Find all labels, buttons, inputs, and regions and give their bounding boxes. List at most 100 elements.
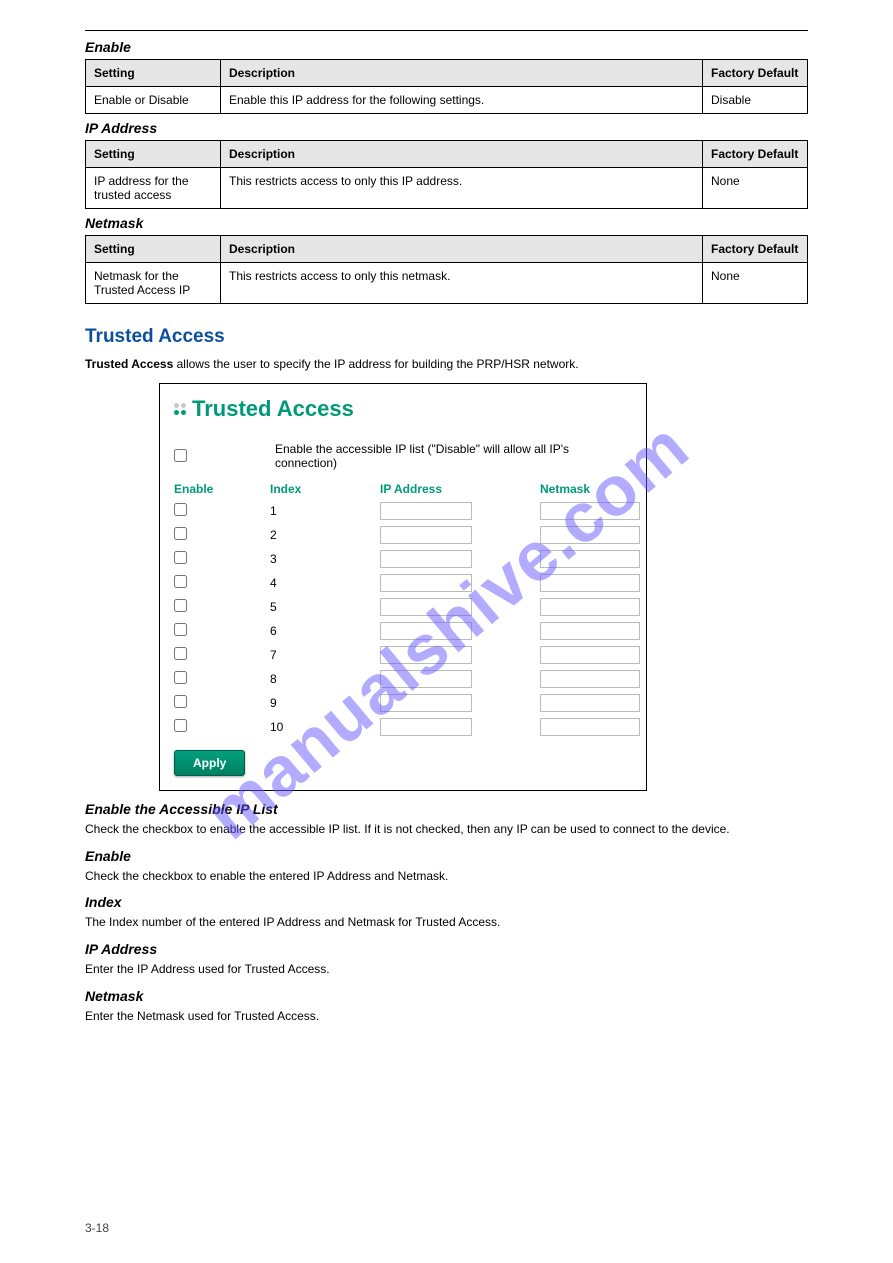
top-rule <box>85 30 808 31</box>
col-ip: IP Address <box>380 482 540 496</box>
subhead-enable: Enable <box>85 848 808 864</box>
subhead-netmask: Netmask <box>85 988 808 1004</box>
row-enable-checkbox[interactable] <box>174 527 187 540</box>
section-enable-title: Enable <box>85 39 808 55</box>
th-setting: Setting <box>86 141 221 168</box>
th-setting: Setting <box>86 60 221 87</box>
th-default: Factory Default <box>703 236 808 263</box>
list-item: 1 <box>174 502 632 520</box>
row-enable-checkbox[interactable] <box>174 671 187 684</box>
td-setting: IP address for the trusted access <box>86 168 221 209</box>
td-default: None <box>703 263 808 304</box>
intro-paragraph: Trusted Access allows the user to specif… <box>85 356 808 373</box>
td-setting: Netmask for the Trusted Access IP <box>86 263 221 304</box>
list-item: 3 <box>174 550 632 568</box>
ip-address-input[interactable] <box>380 670 472 688</box>
ip-address-input[interactable] <box>380 598 472 616</box>
decorative-dots-icon <box>174 403 186 415</box>
netmask-input[interactable] <box>540 574 640 592</box>
row-index: 9 <box>270 696 380 710</box>
row-enable-checkbox[interactable] <box>174 719 187 732</box>
list-item: 6 <box>174 622 632 640</box>
td-desc: This restricts access to only this IP ad… <box>221 168 703 209</box>
text-enable-list: Check the checkbox to enable the accessi… <box>85 821 808 838</box>
col-index: Index <box>270 482 380 496</box>
th-default: Factory Default <box>703 141 808 168</box>
enable-master-checkbox[interactable] <box>174 449 187 462</box>
text-ip: Enter the IP Address used for Trusted Ac… <box>85 961 808 978</box>
netmask-input[interactable] <box>540 526 640 544</box>
row-enable-checkbox[interactable] <box>174 503 187 516</box>
list-item: 4 <box>174 574 632 592</box>
text-netmask: Enter the Netmask used for Trusted Acces… <box>85 1008 808 1025</box>
text-index: The Index number of the entered IP Addre… <box>85 914 808 931</box>
th-setting: Setting <box>86 236 221 263</box>
netmask-input[interactable] <box>540 670 640 688</box>
td-default: Disable <box>703 87 808 114</box>
list-item: 5 <box>174 598 632 616</box>
td-desc: Enable this IP address for the following… <box>221 87 703 114</box>
row-enable-checkbox[interactable] <box>174 695 187 708</box>
list-header: Enable Index IP Address Netmask <box>174 482 632 496</box>
ip-address-input[interactable] <box>380 646 472 664</box>
list-item: 9 <box>174 694 632 712</box>
netmask-input[interactable] <box>540 598 640 616</box>
section-nm-title: Netmask <box>85 215 808 231</box>
screenshot-trusted-access: Trusted Access Enable the accessible IP … <box>159 383 647 791</box>
apply-button[interactable]: Apply <box>174 750 245 776</box>
row-index: 4 <box>270 576 380 590</box>
list-item: 8 <box>174 670 632 688</box>
ip-address-input[interactable] <box>380 718 472 736</box>
row-index: 10 <box>270 720 380 734</box>
page-number: 3-18 <box>85 1221 109 1235</box>
netmask-input[interactable] <box>540 694 640 712</box>
row-index: 5 <box>270 600 380 614</box>
row-enable-checkbox[interactable] <box>174 599 187 612</box>
row-index: 7 <box>270 648 380 662</box>
netmask-input[interactable] <box>540 550 640 568</box>
ip-address-input[interactable] <box>380 574 472 592</box>
ip-address-input[interactable] <box>380 694 472 712</box>
heading-trusted-access: Trusted Access <box>85 326 808 348</box>
section-ip-title: IP Address <box>85 120 808 136</box>
row-index: 8 <box>270 672 380 686</box>
th-desc: Description <box>221 60 703 87</box>
text-enable: Check the checkbox to enable the entered… <box>85 868 808 885</box>
td-default: None <box>703 168 808 209</box>
list-item: 7 <box>174 646 632 664</box>
row-enable-checkbox[interactable] <box>174 647 187 660</box>
panel-title: Trusted Access <box>192 396 354 422</box>
col-enable: Enable <box>174 482 270 496</box>
subhead-index: Index <box>85 894 808 910</box>
list-item: 10 <box>174 718 632 736</box>
netmask-input[interactable] <box>540 718 640 736</box>
row-enable-checkbox[interactable] <box>174 575 187 588</box>
th-desc: Description <box>221 141 703 168</box>
ip-address-input[interactable] <box>380 550 472 568</box>
td-setting: Enable or Disable <box>86 87 221 114</box>
th-desc: Description <box>221 236 703 263</box>
enable-master-label: Enable the accessible IP list ("Disable"… <box>275 442 632 470</box>
netmask-input[interactable] <box>540 502 640 520</box>
netmask-input[interactable] <box>540 622 640 640</box>
row-index: 3 <box>270 552 380 566</box>
table-netmask: Setting Description Factory Default Netm… <box>85 235 808 304</box>
row-index: 1 <box>270 504 380 518</box>
td-desc: This restricts access to only this netma… <box>221 263 703 304</box>
table-ip: Setting Description Factory Default IP a… <box>85 140 808 209</box>
ip-address-input[interactable] <box>380 526 472 544</box>
ip-address-input[interactable] <box>380 622 472 640</box>
row-index: 2 <box>270 528 380 542</box>
col-netmask: Netmask <box>540 482 632 496</box>
row-enable-checkbox[interactable] <box>174 623 187 636</box>
th-default: Factory Default <box>703 60 808 87</box>
row-enable-checkbox[interactable] <box>174 551 187 564</box>
ip-address-input[interactable] <box>380 502 472 520</box>
subhead-ip: IP Address <box>85 941 808 957</box>
table-enable: Setting Description Factory Default Enab… <box>85 59 808 114</box>
list-item: 2 <box>174 526 632 544</box>
subhead-enable-list: Enable the Accessible IP List <box>85 801 808 817</box>
row-index: 6 <box>270 624 380 638</box>
intro-text: allows the user to specify the IP addres… <box>173 357 578 371</box>
netmask-input[interactable] <box>540 646 640 664</box>
